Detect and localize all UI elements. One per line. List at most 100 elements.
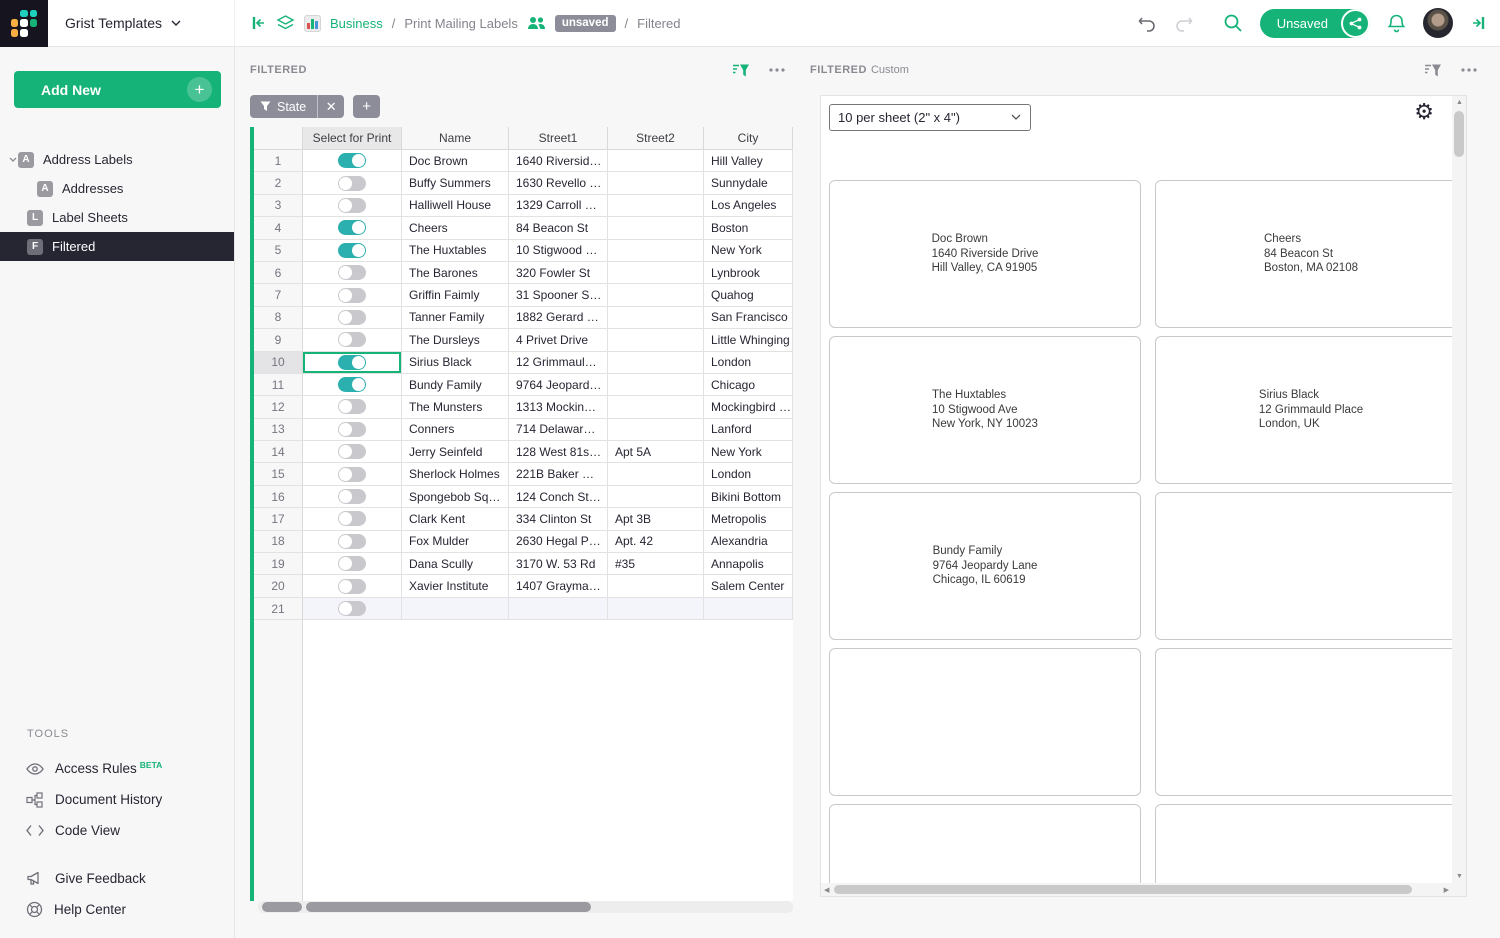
city-cell[interactable]: Alexandria: [704, 531, 793, 553]
print-toggle[interactable]: [338, 489, 366, 504]
scroll-up-arrow[interactable]: ▲: [1456, 99, 1463, 106]
sidebar-item-document-history[interactable]: Document History: [0, 784, 234, 815]
select-for-print-cell[interactable]: [303, 262, 402, 284]
print-toggle[interactable]: [338, 176, 366, 191]
name-cell[interactable]: Halliwell House: [402, 195, 509, 217]
sidebar-item-give-feedback[interactable]: Give Feedback: [0, 863, 234, 894]
breadcrumb-site[interactable]: Business: [330, 16, 383, 31]
select-for-print-cell[interactable]: [303, 150, 402, 172]
name-cell[interactable]: The Dursleys: [402, 329, 509, 351]
chevron-down-icon[interactable]: [0, 157, 18, 162]
select-for-print-cell[interactable]: [303, 441, 402, 463]
name-cell[interactable]: The Munsters: [402, 396, 509, 418]
print-toggle[interactable]: [338, 422, 366, 437]
scroll-down-arrow[interactable]: ▼: [1456, 873, 1463, 880]
breadcrumb-page[interactable]: Filtered: [637, 16, 680, 31]
select-for-print-cell[interactable]: [303, 352, 402, 374]
city-cell[interactable]: Mockingbird …: [704, 396, 793, 418]
sidebar-item-address-labels[interactable]: A Address Labels: [0, 145, 234, 174]
name-cell[interactable]: Clark Kent: [402, 508, 509, 530]
print-toggle[interactable]: [338, 153, 366, 168]
print-toggle[interactable]: [338, 399, 366, 414]
street2-cell[interactable]: [608, 419, 704, 441]
scrollbar-thumb[interactable]: [834, 885, 1412, 894]
name-cell[interactable]: Dana Scully: [402, 553, 509, 575]
grist-logo[interactable]: [0, 0, 48, 47]
select-for-print-cell[interactable]: [303, 374, 402, 396]
sidebar-item-label-sheets[interactable]: L Label Sheets: [0, 203, 234, 232]
scroll-left-arrow[interactable]: ◀: [824, 886, 829, 894]
select-for-print-cell[interactable]: [303, 329, 402, 351]
add-new-button[interactable]: Add New +: [14, 71, 221, 108]
select-for-print-cell[interactable]: [303, 486, 402, 508]
select-for-print-cell[interactable]: [303, 195, 402, 217]
select-for-print-cell[interactable]: [303, 172, 402, 194]
street2-cell[interactable]: [608, 575, 704, 597]
city-cell[interactable]: Boston: [704, 217, 793, 239]
name-cell[interactable]: Buffy Summers: [402, 172, 509, 194]
state-filter-chip[interactable]: State ✕: [250, 95, 344, 118]
row-number[interactable]: 2: [254, 172, 303, 194]
street1-cell[interactable]: 320 Fowler St: [509, 262, 608, 284]
street2-cell[interactable]: [608, 262, 704, 284]
city-cell[interactable]: London: [704, 463, 793, 485]
scrollbar-thumb[interactable]: [306, 902, 591, 912]
street2-cell[interactable]: [608, 396, 704, 418]
sidebar-item-code-view[interactable]: Code View: [0, 815, 234, 846]
select-for-print-cell[interactable]: [303, 531, 402, 553]
city-cell[interactable]: Hill Valley: [704, 150, 793, 172]
print-toggle[interactable]: [338, 220, 366, 235]
city-cell[interactable]: Annapolis: [704, 553, 793, 575]
street1-cell[interactable]: 128 West 81s…: [509, 441, 608, 463]
city-cell[interactable]: Metropolis: [704, 508, 793, 530]
print-toggle[interactable]: [338, 556, 366, 571]
street1-cell[interactable]: 1630 Revello …: [509, 172, 608, 194]
row-number[interactable]: 3: [254, 195, 303, 217]
street2-cell[interactable]: [608, 329, 704, 351]
select-for-print-cell[interactable]: [303, 284, 402, 306]
street2-cell[interactable]: [608, 598, 704, 620]
street1-cell[interactable]: 3170 W. 53 Rd: [509, 553, 608, 575]
city-cell[interactable]: New York: [704, 441, 793, 463]
street1-cell[interactable]: 1882 Gerard …: [509, 307, 608, 329]
print-toggle[interactable]: [338, 579, 366, 594]
print-toggle[interactable]: [338, 288, 366, 303]
city-cell[interactable]: Little Whinging: [704, 329, 793, 351]
collapse-right-icon[interactable]: [1470, 15, 1486, 31]
city-cell[interactable]: Quahog: [704, 284, 793, 306]
street2-cell[interactable]: [608, 172, 704, 194]
scrollbar-thumb[interactable]: [262, 902, 302, 912]
city-cell[interactable]: Los Angeles: [704, 195, 793, 217]
name-cell[interactable]: Doc Brown: [402, 150, 509, 172]
print-toggle[interactable]: [338, 467, 366, 482]
street2-cell[interactable]: [608, 240, 704, 262]
street1-cell[interactable]: 4 Privet Drive: [509, 329, 608, 351]
row-number[interactable]: 20: [254, 575, 303, 597]
row-number[interactable]: 11: [254, 374, 303, 396]
row-number-header[interactable]: [254, 127, 303, 150]
column-header-city[interactable]: City: [704, 127, 793, 150]
gear-icon[interactable]: ⚙: [1414, 101, 1434, 123]
city-cell[interactable]: Sunnydale: [704, 172, 793, 194]
name-cell[interactable]: Fox Mulder: [402, 531, 509, 553]
street2-cell[interactable]: [608, 307, 704, 329]
name-cell[interactable]: Griffin Faimly: [402, 284, 509, 306]
unsaved-button[interactable]: Unsaved: [1260, 9, 1370, 38]
row-number[interactable]: 18: [254, 531, 303, 553]
sheet-format-select[interactable]: 10 per sheet (2" x 4"): [829, 104, 1031, 131]
row-number[interactable]: 12: [254, 396, 303, 418]
street1-cell[interactable]: 12 Grimmaul…: [509, 352, 608, 374]
street2-cell[interactable]: [608, 486, 704, 508]
select-for-print-cell[interactable]: [303, 553, 402, 575]
search-icon[interactable]: [1223, 13, 1243, 33]
print-toggle[interactable]: [338, 355, 366, 370]
street1-cell[interactable]: 1313 Mockin…: [509, 396, 608, 418]
widget-horizontal-scrollbar[interactable]: ◀ ▶: [821, 883, 1452, 896]
print-toggle[interactable]: [338, 377, 366, 392]
sort-filter-icon[interactable]: [732, 63, 750, 78]
city-cell[interactable]: Chicago: [704, 374, 793, 396]
print-toggle[interactable]: [338, 444, 366, 459]
row-number[interactable]: 9: [254, 329, 303, 351]
name-cell[interactable]: Jerry Seinfeld: [402, 441, 509, 463]
street2-cell[interactable]: [608, 150, 704, 172]
